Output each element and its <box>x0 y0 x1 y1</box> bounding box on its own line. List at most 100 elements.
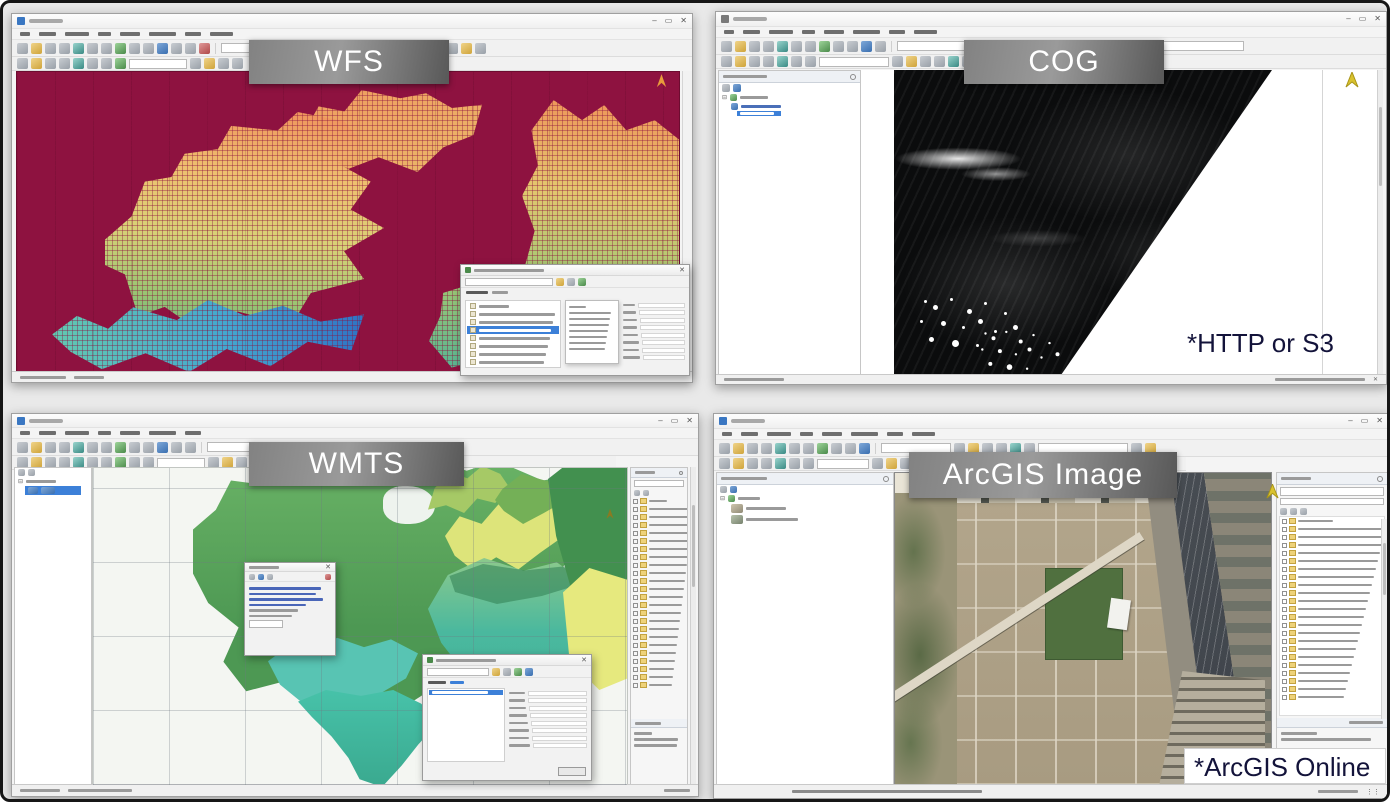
expand-icon[interactable] <box>1282 559 1287 564</box>
toolbar-icon[interactable] <box>59 58 70 69</box>
toolbox-item[interactable] <box>1280 541 1384 549</box>
toolbar-icon[interactable] <box>73 58 84 69</box>
toolbar-icon[interactable] <box>733 458 744 469</box>
toolbar-icon[interactable] <box>59 442 70 453</box>
toolbar-icon[interactable] <box>87 43 98 54</box>
toolbar-icon[interactable] <box>73 442 84 453</box>
dialog-toolbar-icon[interactable] <box>578 278 586 286</box>
expand-icon[interactable] <box>633 563 638 568</box>
layer-tree-item-selected[interactable] <box>737 111 781 116</box>
dialog-close-icon[interactable]: ✕ <box>581 657 587 664</box>
toolbar-icon[interactable] <box>115 58 126 69</box>
toolbar-icon[interactable] <box>115 43 126 54</box>
expand-icon[interactable] <box>633 683 638 688</box>
list-item[interactable] <box>467 350 559 358</box>
expand-icon[interactable] <box>1282 695 1287 700</box>
toolbar-icon[interactable] <box>805 56 816 67</box>
toolbox-item[interactable] <box>631 537 687 545</box>
panel-icon[interactable] <box>1300 508 1307 515</box>
toolbox-item[interactable] <box>1280 621 1384 629</box>
toolbar-icon[interactable] <box>461 43 472 54</box>
toolbar-icon[interactable] <box>761 443 772 454</box>
menu-item[interactable] <box>98 431 111 435</box>
menu-item[interactable] <box>889 30 905 34</box>
expand-icon[interactable] <box>633 667 638 672</box>
toolbox-item[interactable] <box>1280 517 1384 525</box>
expand-icon[interactable] <box>633 651 638 656</box>
toolbox-item[interactable] <box>1280 685 1384 693</box>
toolbar-icon[interactable] <box>101 58 112 69</box>
expand-icon[interactable] <box>1282 671 1287 676</box>
toolbox-item[interactable] <box>631 601 687 609</box>
toolbox-item[interactable] <box>1280 661 1384 669</box>
minimize-button[interactable]: – <box>652 17 656 25</box>
panel-icon[interactable] <box>1280 508 1287 515</box>
expand-icon[interactable] <box>1282 567 1287 572</box>
toolbox-item[interactable] <box>631 561 687 569</box>
toolbox-item[interactable] <box>631 553 687 561</box>
expand-icon[interactable] <box>1282 623 1287 628</box>
menu-item[interactable] <box>853 30 880 34</box>
expand-icon[interactable] <box>633 619 638 624</box>
expand-icon[interactable] <box>1282 663 1287 668</box>
toolbar-icon[interactable] <box>157 442 168 453</box>
toolbox-item[interactable] <box>1280 637 1384 645</box>
cog-map-canvas[interactable]: *HTTP or S3 <box>861 70 1383 376</box>
toolbox-filter-box[interactable] <box>1280 498 1384 505</box>
close-button[interactable]: ✕ <box>1374 15 1381 23</box>
toolbar-icon[interactable] <box>129 43 140 54</box>
expand-icon[interactable] <box>1282 519 1287 524</box>
toolbar-icon[interactable] <box>875 41 886 52</box>
toolbar-icon[interactable] <box>171 43 182 54</box>
toolbox-item[interactable] <box>1280 597 1384 605</box>
panel-icon[interactable] <box>18 469 25 476</box>
layer-tree-item[interactable]: ⊟ <box>717 494 893 503</box>
list-item[interactable] <box>467 366 559 368</box>
toolbar-icon[interactable] <box>199 43 210 54</box>
toolbar-icon[interactable] <box>819 41 830 52</box>
toolbar-icon[interactable] <box>171 442 182 453</box>
toolbar-icon[interactable] <box>157 43 168 54</box>
expand-icon[interactable] <box>1282 527 1287 532</box>
toolbox-item[interactable] <box>631 673 687 681</box>
toolbar-icon[interactable] <box>185 442 196 453</box>
list-item[interactable] <box>467 342 559 350</box>
toolbar-icon[interactable] <box>721 56 732 67</box>
dialog-address-box[interactable] <box>465 278 553 286</box>
menu-item[interactable] <box>722 432 732 436</box>
toolbar-icon[interactable] <box>204 58 215 69</box>
menu-item[interactable] <box>724 30 734 34</box>
toolbar-icon[interactable] <box>805 41 816 52</box>
toolbox-item[interactable] <box>1280 557 1384 565</box>
expand-icon[interactable] <box>1282 607 1287 612</box>
toolbar-icon[interactable] <box>747 443 758 454</box>
toolbar-icon[interactable] <box>45 43 56 54</box>
toolbar-icon[interactable] <box>190 58 201 69</box>
menu-item[interactable] <box>39 431 56 435</box>
expand-icon[interactable] <box>633 547 638 552</box>
toolbox-item[interactable] <box>631 665 687 673</box>
menu-item[interactable] <box>210 32 233 36</box>
panel-icon[interactable] <box>720 486 727 493</box>
list-item-selected[interactable] <box>467 326 559 334</box>
toolbar-icon[interactable] <box>791 56 802 67</box>
pin-icon[interactable] <box>679 471 683 475</box>
aerial-image-canvas[interactable] <box>894 472 1272 786</box>
toolbar-icon[interactable] <box>475 43 486 54</box>
toolbar-icon[interactable] <box>859 443 870 454</box>
dialog-address-box[interactable] <box>427 668 489 676</box>
toolbox-item[interactable] <box>631 545 687 553</box>
layer-tree-item[interactable]: ⊟ <box>15 477 91 486</box>
toolbox-item[interactable] <box>1280 549 1384 557</box>
dialog-field[interactable] <box>249 620 283 628</box>
toolbox-search-input[interactable] <box>1280 487 1384 496</box>
toolbox-item[interactable] <box>631 657 687 665</box>
toolbar-icon[interactable] <box>847 41 858 52</box>
editor-combobox[interactable] <box>817 459 869 469</box>
toolbox-item[interactable] <box>1280 573 1384 581</box>
toolbar-icon[interactable] <box>749 41 760 52</box>
toolbox-item[interactable] <box>631 625 687 633</box>
expand-icon[interactable] <box>1282 599 1287 604</box>
layer-tree-item[interactable] <box>719 102 860 111</box>
toolbar-icon[interactable] <box>232 58 243 69</box>
